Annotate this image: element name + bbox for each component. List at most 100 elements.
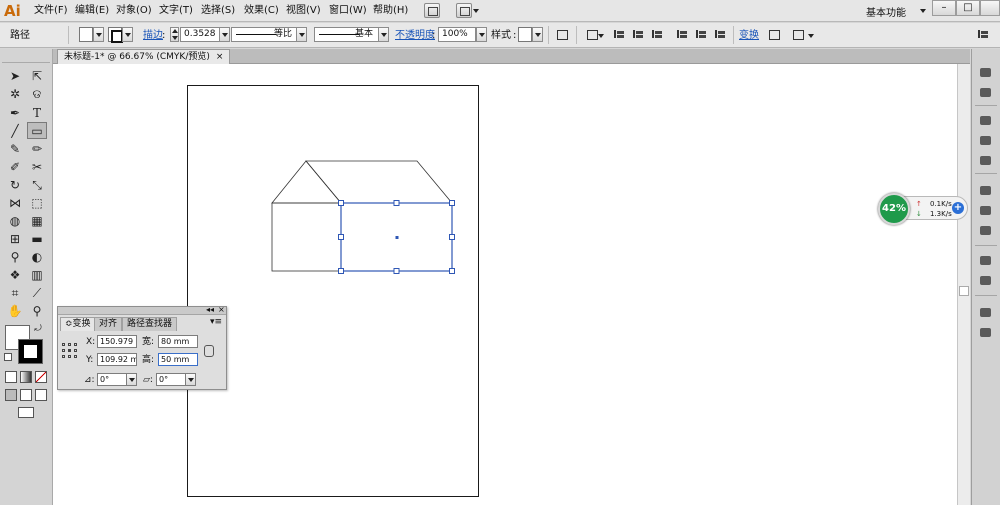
blend-tool-icon[interactable]: ◐ [27, 249, 47, 266]
shear-dropdown[interactable] [185, 373, 196, 386]
rotate-tool-icon[interactable]: ↻ [5, 177, 25, 194]
shear-field[interactable]: 0° [156, 373, 186, 386]
free-transform-tool-icon[interactable]: ⬚ [27, 195, 47, 212]
rectangle-tool-icon[interactable]: ▭ [27, 122, 47, 139]
x-field[interactable]: 150.979 [97, 335, 137, 348]
workspace-caret-icon[interactable] [920, 9, 926, 13]
selection-tool-icon[interactable]: ➤ [5, 68, 25, 85]
brushes-panel-icon[interactable] [979, 135, 994, 148]
roof-triangle[interactable] [271, 160, 342, 204]
type-tool-icon[interactable]: T [27, 105, 47, 122]
rotate-field[interactable]: 0° [97, 373, 127, 386]
draw-inside-icon[interactable] [35, 389, 47, 401]
close-tab-icon[interactable]: × [216, 52, 224, 62]
arrange-documents-icon[interactable] [456, 3, 472, 18]
close-panel-icon[interactable]: × [218, 305, 225, 315]
selection-handle[interactable] [393, 200, 400, 206]
stroke-dropdown[interactable] [122, 27, 133, 42]
roof-parallelogram[interactable] [305, 160, 453, 204]
align-bottom-icon[interactable] [713, 28, 727, 41]
align-top-icon[interactable] [675, 28, 689, 41]
graphic-style-dropdown[interactable] [532, 27, 543, 42]
line-tool-icon[interactable]: ╱ [5, 123, 25, 140]
align-center-icon[interactable] [631, 28, 645, 41]
scale-tool-icon[interactable]: ⤡ [27, 177, 47, 194]
layers-panel-icon[interactable] [979, 307, 994, 320]
fill-swatch[interactable] [79, 27, 93, 42]
control-panel-menu-icon[interactable] [976, 28, 990, 41]
stroke-panel-icon[interactable] [979, 185, 994, 198]
swap-fill-stroke-icon[interactable]: ⤾ [32, 321, 44, 338]
align-middle-icon[interactable] [694, 28, 708, 41]
swatches-panel-icon[interactable] [979, 115, 994, 128]
profile-dropdown[interactable] [296, 27, 307, 42]
options-caret-icon[interactable] [808, 34, 814, 38]
panel-menu-icon[interactable]: ▾≡ [210, 317, 222, 327]
collapse-panel-icon[interactable]: ◂◂ [206, 305, 214, 315]
align-left-icon[interactable] [612, 28, 626, 41]
width-field[interactable]: 80 mm [158, 335, 198, 348]
rotate-dropdown[interactable] [126, 373, 137, 386]
stroke-weight-stepper[interactable] [170, 27, 179, 42]
gradient-tool-icon[interactable]: ▬ [27, 231, 47, 248]
gradient-panel-icon[interactable] [979, 205, 994, 218]
document-tab[interactable]: 未标题-1* @ 66.67% (CMYK/预览) × [57, 49, 231, 64]
shape-builder-tool-icon[interactable]: ◍ [5, 213, 25, 230]
screen-mode-icon[interactable] [18, 407, 34, 418]
selected-rectangle[interactable] [338, 200, 455, 274]
magic-wand-tool-icon[interactable]: ✲ [5, 86, 25, 103]
artboard-tool-icon[interactable]: ⌗ [5, 285, 25, 302]
artboards-panel-icon[interactable] [979, 327, 994, 340]
gradient-mode-icon[interactable] [20, 371, 32, 383]
opacity-input[interactable]: 100% [438, 27, 476, 42]
tab-pathfinder[interactable]: 路径查找器 [122, 317, 178, 331]
width-tool-icon[interactable]: ⋈ [5, 195, 25, 212]
pen-tool-icon[interactable]: ✒ [5, 105, 25, 122]
left-wall-rectangle[interactable] [271, 202, 342, 272]
add-icon[interactable]: + [952, 202, 964, 214]
tab-align[interactable]: 对齐 [94, 317, 123, 331]
lasso-tool-icon[interactable]: ଡ [27, 86, 47, 103]
blob-brush-tool-icon[interactable]: ✐ [5, 159, 25, 176]
selection-handle[interactable] [449, 234, 455, 240]
vertical-scrollbar[interactable] [957, 64, 970, 505]
color-guide-panel-icon[interactable] [979, 87, 994, 100]
none-mode-icon[interactable] [35, 371, 47, 383]
menu-effect[interactable]: 效果(C) [244, 4, 279, 18]
menu-help[interactable]: 帮助(H) [373, 4, 408, 18]
opacity-panel-link[interactable]: 不透明度 [395, 29, 435, 42]
workspace-switcher[interactable]: 基本功能 [866, 4, 906, 19]
selection-handle[interactable] [338, 268, 344, 274]
color-panel-icon[interactable] [979, 67, 994, 80]
perspective-grid-tool-icon[interactable]: ▦ [27, 213, 47, 230]
symbols-panel-icon[interactable] [979, 155, 994, 168]
graphic-style-swatch[interactable] [518, 27, 532, 42]
brush-definition[interactable]: 基本 [314, 27, 388, 42]
constrain-proportions-icon[interactable] [204, 345, 214, 357]
tools-panel-grip[interactable] [2, 51, 50, 63]
slice-tool-icon[interactable]: ⟋ [27, 285, 47, 302]
fill-dropdown[interactable] [93, 27, 104, 42]
menu-type[interactable]: 文字(T) [159, 4, 193, 18]
scrollbar-thumb[interactable] [959, 286, 969, 296]
selection-handle[interactable] [338, 234, 344, 240]
selection-handle[interactable] [393, 268, 400, 274]
draw-normal-icon[interactable] [5, 389, 17, 401]
graphic-styles-panel-icon[interactable] [979, 275, 994, 288]
stroke-panel-link[interactable]: 描边 [143, 29, 163, 42]
isolate-group-icon[interactable] [767, 28, 781, 41]
menu-select[interactable]: 选择(S) [201, 4, 235, 18]
selection-handle[interactable] [449, 200, 455, 206]
appearance-panel-icon[interactable] [979, 255, 994, 268]
menu-edit[interactable]: 编辑(E) [75, 4, 109, 18]
eyedropper-tool-icon[interactable]: ⚲ [5, 249, 25, 266]
brush-dropdown[interactable] [378, 27, 389, 42]
transparency-panel-icon[interactable] [979, 225, 994, 238]
zoom-tool-icon[interactable]: ⚲ [27, 303, 47, 320]
arrange-caret-icon[interactable] [473, 9, 479, 13]
direct-selection-tool-icon[interactable]: ⇱ [27, 68, 47, 85]
expand-options-icon[interactable] [791, 28, 805, 41]
tab-transform[interactable]: ≎变换 [60, 317, 96, 331]
color-mode-icon[interactable] [5, 371, 17, 383]
restore-button[interactable]: □ [956, 0, 980, 16]
